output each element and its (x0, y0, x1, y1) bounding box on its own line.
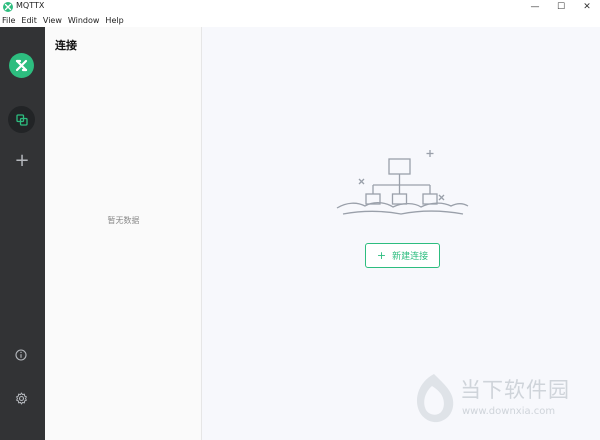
new-connection-button[interactable]: + 新建连接 (365, 243, 440, 268)
app-icon (3, 2, 13, 12)
logo-icon (9, 53, 34, 78)
watermark-url: www.downxia.com (462, 406, 556, 417)
maximize-icon: ☐ (556, 2, 566, 12)
menu-help[interactable]: Help (102, 14, 126, 27)
close-button[interactable]: ✕ (572, 0, 600, 14)
add-icon: + (14, 150, 30, 171)
add-connection-nav-button[interactable]: + (12, 151, 32, 171)
plus-icon: + (376, 249, 387, 262)
menu-bar: File Edit View Window Help (0, 14, 600, 27)
about-nav-button[interactable] (13, 347, 29, 363)
close-icon: ✕ (583, 2, 591, 12)
connections-icon (15, 113, 28, 126)
connections-list-panel: 连接 暂无数据 (45, 27, 202, 440)
menu-edit[interactable]: Edit (18, 14, 40, 27)
menu-view[interactable]: View (40, 14, 65, 27)
settings-icon (15, 392, 27, 404)
watermark-logo-icon (416, 374, 454, 423)
menu-file[interactable]: File (0, 14, 18, 27)
menu-window[interactable]: Window (65, 14, 103, 27)
network-illustration-icon (336, 150, 469, 215)
left-nav: + (0, 27, 45, 440)
settings-nav-button[interactable] (13, 390, 29, 406)
list-title: 连接 (55, 39, 77, 52)
new-connection-label: 新建连接 (392, 252, 429, 262)
watermark: 当下软件园 www.downxia.com (410, 370, 590, 430)
watermark-text: 当下软件园 (460, 378, 570, 402)
window-title: MQTTX (16, 1, 45, 10)
info-icon (15, 349, 27, 361)
title-bar: MQTTX — ☐ ✕ (0, 0, 600, 14)
connections-nav-button[interactable] (8, 106, 35, 133)
empty-state-text: 暂无数据 (107, 216, 140, 225)
minimize-icon: — (530, 2, 540, 12)
